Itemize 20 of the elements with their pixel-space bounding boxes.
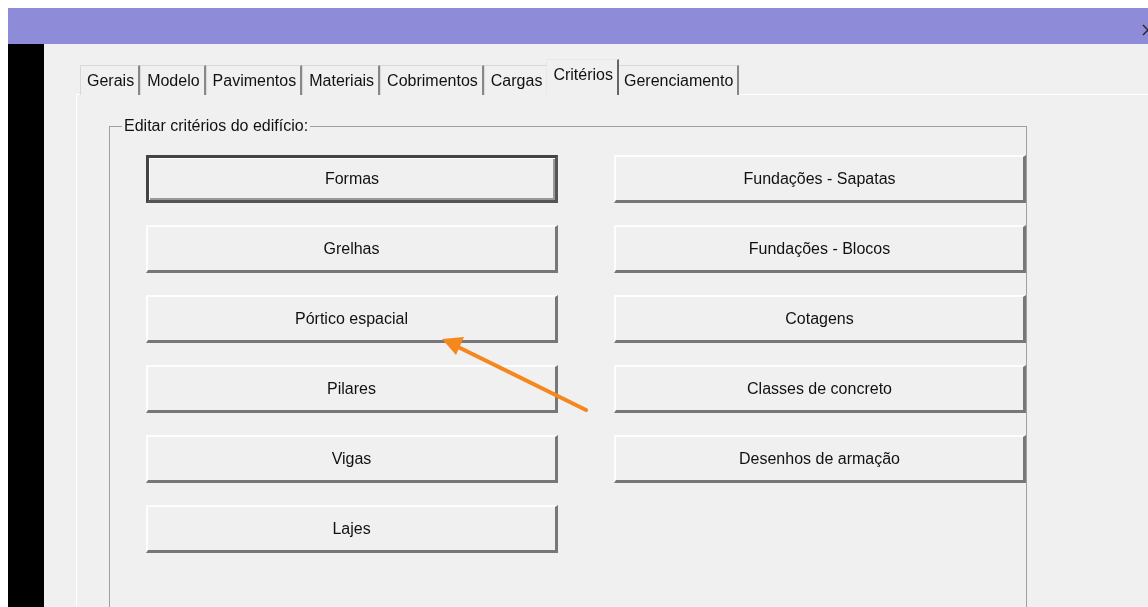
tab[interactable]: Cargas [483, 65, 549, 95]
criteria-button[interactable]: Fundações - Sapatas [614, 155, 1026, 203]
criteria-button[interactable]: Lajes [146, 505, 558, 553]
group-title: Editar critérios do edifício: [123, 117, 310, 135]
criteria-button[interactable]: Classes de concreto [614, 365, 1026, 413]
criteria-button[interactable]: Fundações - Blocos [614, 225, 1026, 273]
criteria-button[interactable]: Desenhos de armação [614, 435, 1026, 483]
tab[interactable]: Pavimentos [205, 65, 303, 95]
criteria-button[interactable]: Pilares [146, 365, 558, 413]
tab[interactable]: Materiais [302, 65, 381, 95]
criteria-button[interactable]: Formas [146, 155, 558, 203]
criteria-button[interactable]: Vigas [146, 435, 558, 483]
tab[interactable]: Modelo [140, 65, 206, 95]
criteria-button[interactable]: Pórtico espacial [146, 295, 558, 343]
criteria-button[interactable]: Grelhas [146, 225, 558, 273]
tab[interactable]: Gerenciamento [616, 65, 740, 95]
tab[interactable]: Gerais [80, 65, 141, 95]
criteria-button[interactable]: Cotagens [614, 295, 1026, 343]
tab[interactable]: Cobrimentos [380, 65, 484, 95]
tab[interactable]: Critérios [546, 59, 619, 95]
